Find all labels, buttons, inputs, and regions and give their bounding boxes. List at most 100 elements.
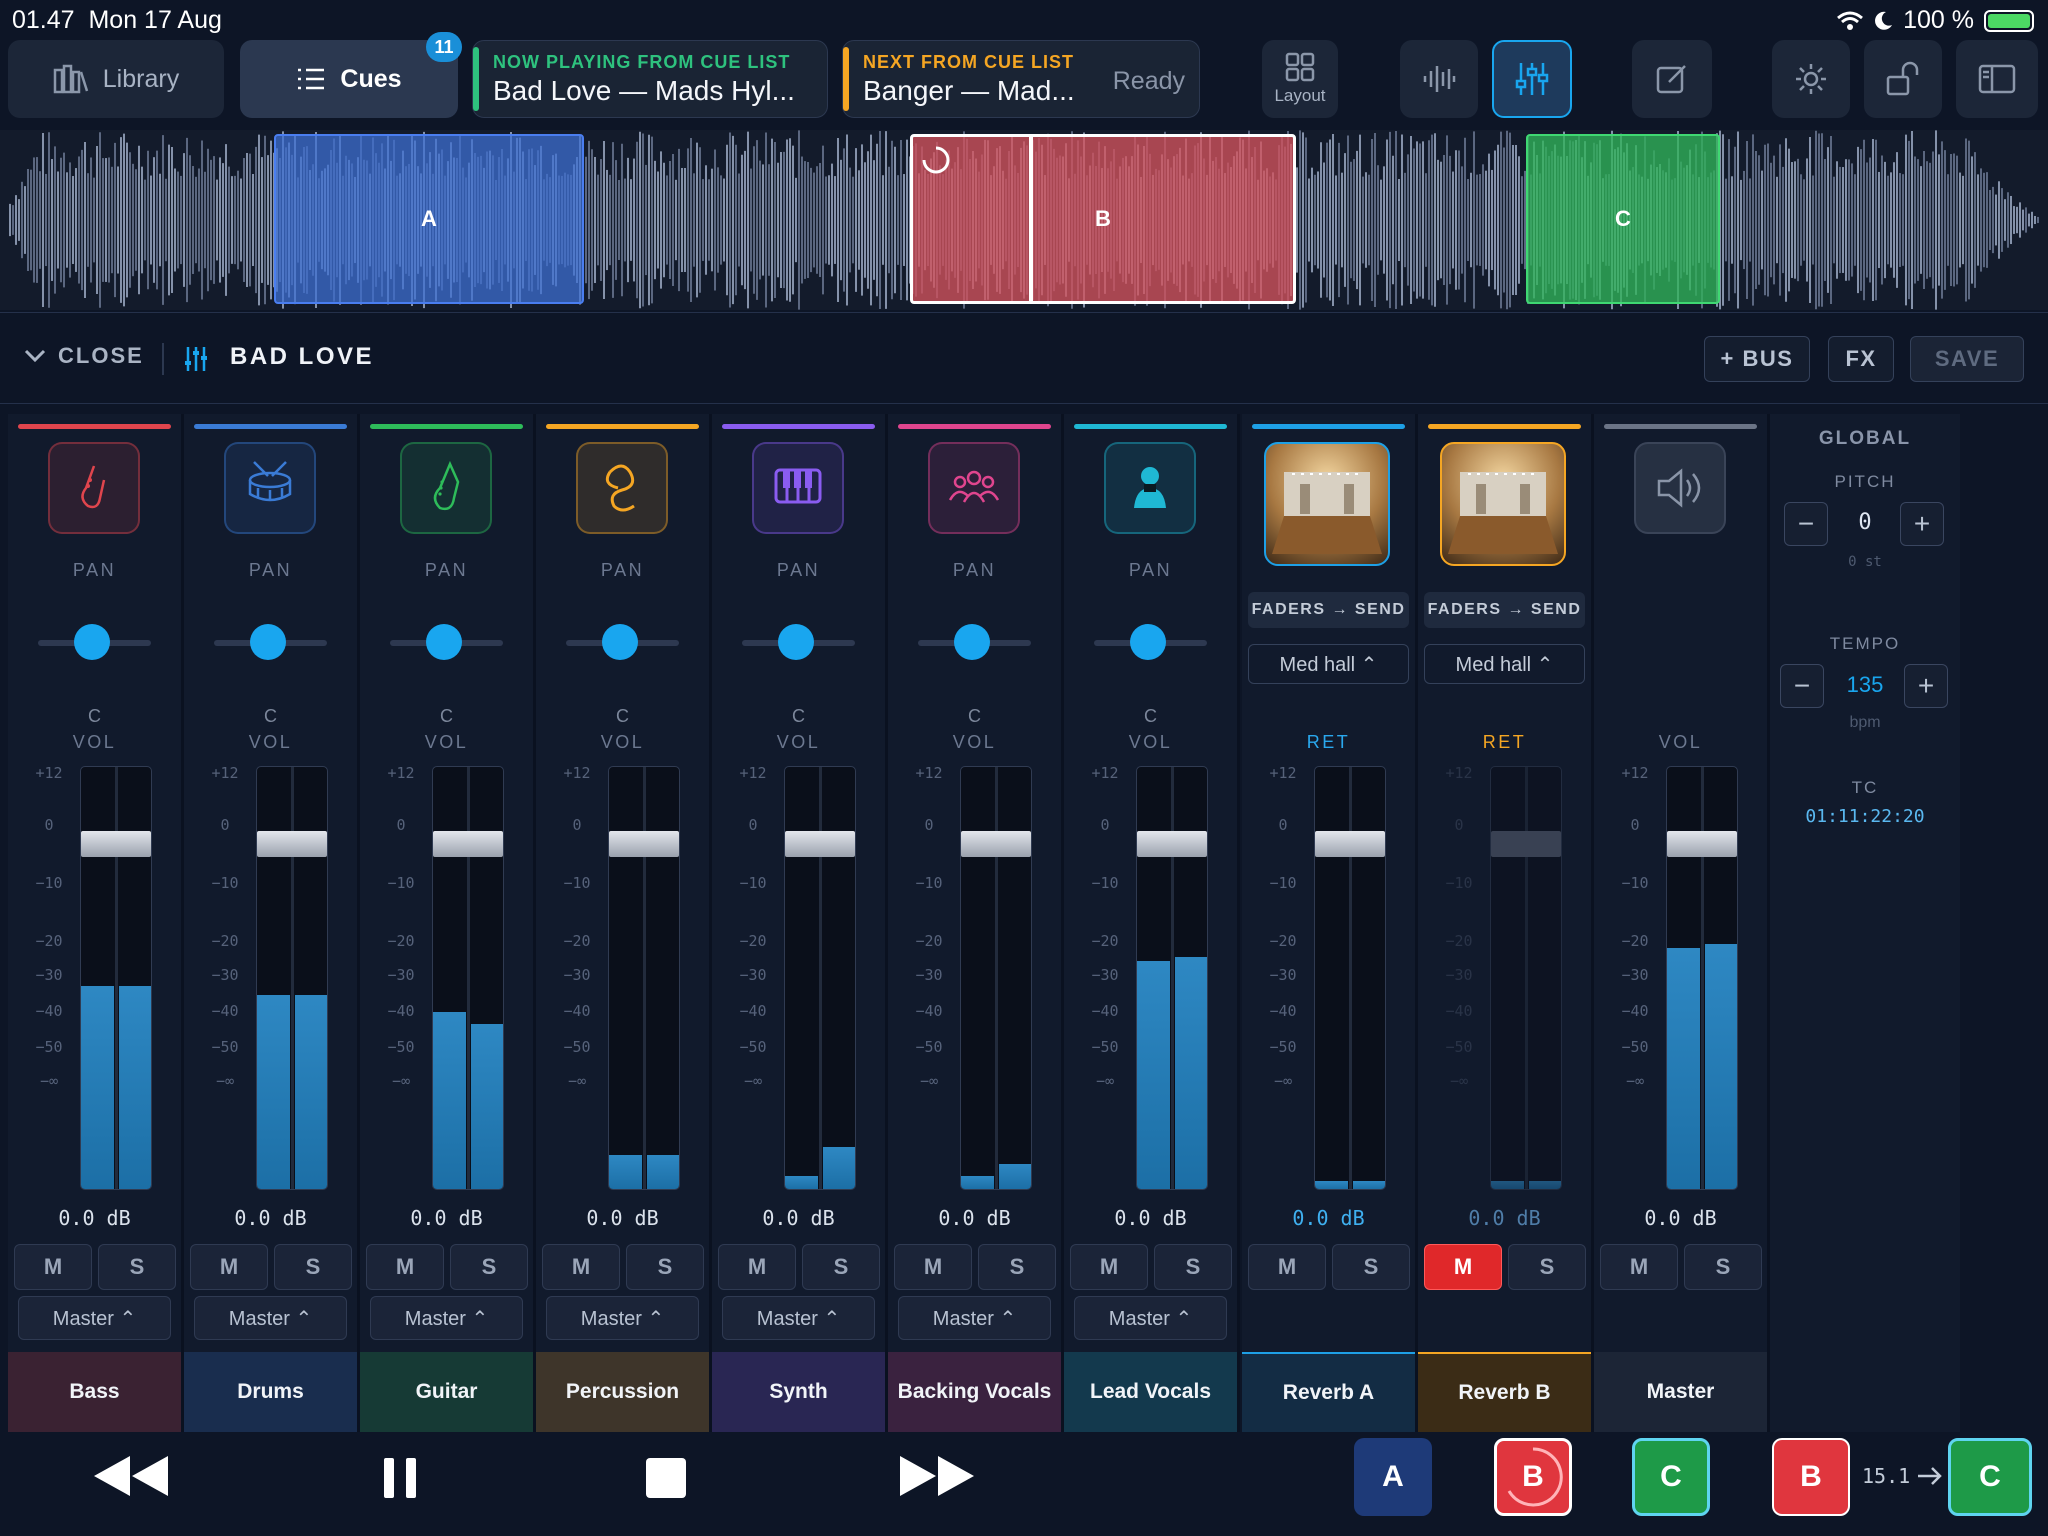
mute-button[interactable]: M (190, 1244, 268, 1290)
layout-button[interactable]: Layout (1262, 40, 1338, 118)
fader-cap[interactable] (433, 831, 503, 857)
mute-button[interactable]: M (1424, 1244, 1502, 1290)
volume-fader[interactable] (784, 766, 856, 1190)
solo-button[interactable]: S (1508, 1244, 1586, 1290)
output-route-select[interactable]: Master ⌃ (1074, 1296, 1227, 1340)
pan-knob[interactable] (602, 624, 638, 660)
pause-icon[interactable] (380, 1456, 420, 1500)
add-bus-button[interactable]: + BUS (1704, 336, 1810, 382)
channel-name[interactable]: Synth (712, 1352, 885, 1432)
stop-icon[interactable] (644, 1456, 688, 1500)
now-playing-panel[interactable]: NOW PLAYING FROM CUE LIST Bad Love — Mad… (472, 40, 828, 118)
library-button[interactable]: Library (8, 40, 224, 118)
pan-knob[interactable] (426, 624, 462, 660)
pan-knob[interactable] (778, 624, 814, 660)
channel-name[interactable]: Master (1594, 1352, 1767, 1432)
reverb-preset-select[interactable]: Med hall ⌃ (1424, 644, 1585, 684)
channel-name[interactable]: Bass (8, 1352, 181, 1432)
mixer-view-button[interactable] (1492, 40, 1572, 118)
channel-name[interactable]: Reverb A (1242, 1352, 1415, 1432)
solo-button[interactable]: S (98, 1244, 176, 1290)
volume-fader[interactable] (1314, 766, 1386, 1190)
pad-b-playing[interactable]: B (1494, 1438, 1572, 1516)
bass-guitar-icon[interactable] (48, 442, 140, 534)
next-cue-panel[interactable]: NEXT FROM CUE LIST Banger — Mad... Ready (842, 40, 1200, 118)
sidebar-toggle-button[interactable] (1956, 40, 2038, 118)
solo-button[interactable]: S (1684, 1244, 1762, 1290)
mute-button[interactable]: M (14, 1244, 92, 1290)
volume-fader[interactable] (1136, 766, 1208, 1190)
tempo-decrease-button[interactable]: − (1780, 664, 1824, 708)
pad-c[interactable]: C (1632, 1438, 1710, 1516)
pan-knob[interactable] (74, 624, 110, 660)
rewind-icon[interactable] (92, 1454, 170, 1498)
tempo-increase-button[interactable]: + (1904, 664, 1948, 708)
solo-button[interactable]: S (978, 1244, 1056, 1290)
channel-name[interactable]: Percussion (536, 1352, 709, 1432)
fader-cap[interactable] (81, 831, 151, 857)
region-b[interactable]: B (910, 134, 1296, 304)
hall-thumbnail[interactable] (1264, 442, 1390, 566)
drum-icon[interactable] (224, 442, 316, 534)
settings-button[interactable] (1772, 40, 1850, 118)
close-mixer-button[interactable]: CLOSE (24, 343, 144, 369)
mute-button[interactable]: M (718, 1244, 796, 1290)
channel-name[interactable]: Drums (184, 1352, 357, 1432)
fader-cap[interactable] (257, 831, 327, 857)
waveform-overview[interactable]: A B C (0, 130, 2048, 310)
waveform-view-button[interactable] (1400, 40, 1478, 118)
solo-button[interactable]: S (802, 1244, 880, 1290)
mute-button[interactable]: M (1248, 1244, 1326, 1290)
volume-fader[interactable] (1490, 766, 1562, 1190)
save-button[interactable]: SAVE (1910, 336, 2024, 382)
volume-fader[interactable] (960, 766, 1032, 1190)
volume-fader[interactable] (432, 766, 504, 1190)
output-route-select[interactable]: Master ⌃ (546, 1296, 699, 1340)
volume-fader[interactable] (608, 766, 680, 1190)
channel-name[interactable]: Backing Vocals (888, 1352, 1061, 1432)
channel-name[interactable]: Reverb B (1418, 1352, 1591, 1432)
fader-cap[interactable] (961, 831, 1031, 857)
pan-knob[interactable] (954, 624, 990, 660)
solo-button[interactable]: S (450, 1244, 528, 1290)
mute-button[interactable]: M (366, 1244, 444, 1290)
fader-cap[interactable] (1667, 831, 1737, 857)
region-c[interactable]: C (1526, 134, 1720, 304)
fader-cap[interactable] (1491, 831, 1561, 857)
solo-button[interactable]: S (1332, 1244, 1410, 1290)
hall-thumbnail[interactable] (1440, 442, 1566, 566)
volume-fader[interactable] (80, 766, 152, 1190)
edit-button[interactable] (1632, 40, 1712, 118)
pad-a[interactable]: A (1354, 1438, 1432, 1516)
pitch-increase-button[interactable]: + (1900, 502, 1944, 546)
queue-current-pad[interactable]: B (1772, 1438, 1850, 1516)
mute-button[interactable]: M (1070, 1244, 1148, 1290)
playhead[interactable] (1029, 137, 1033, 301)
solo-button[interactable]: S (1154, 1244, 1232, 1290)
pan-knob[interactable] (1130, 624, 1166, 660)
percussion-icon[interactable] (576, 442, 668, 534)
faders-send-button[interactable]: FADERS → SEND (1424, 592, 1585, 628)
output-route-select[interactable]: Master ⌃ (370, 1296, 523, 1340)
fader-cap[interactable] (785, 831, 855, 857)
solo-button[interactable]: S (626, 1244, 704, 1290)
pan-knob[interactable] (250, 624, 286, 660)
mute-button[interactable]: M (542, 1244, 620, 1290)
channel-name[interactable]: Lead Vocals (1064, 1352, 1237, 1432)
group-icon[interactable] (928, 442, 1020, 534)
volume-fader[interactable] (1666, 766, 1738, 1190)
guitar-icon[interactable] (400, 442, 492, 534)
output-route-select[interactable]: Master ⌃ (194, 1296, 347, 1340)
lock-button[interactable] (1864, 40, 1942, 118)
fx-button[interactable]: FX (1828, 336, 1894, 382)
fader-cap[interactable] (1315, 831, 1385, 857)
reverb-preset-select[interactable]: Med hall ⌃ (1248, 644, 1409, 684)
solo-button[interactable]: S (274, 1244, 352, 1290)
channel-name[interactable]: Guitar (360, 1352, 533, 1432)
queue-next-pad[interactable]: C (1948, 1438, 2032, 1516)
fast-forward-icon[interactable] (898, 1454, 976, 1498)
region-a[interactable]: A (274, 134, 584, 304)
output-route-select[interactable]: Master ⌃ (18, 1296, 171, 1340)
pitch-decrease-button[interactable]: − (1784, 502, 1828, 546)
fader-cap[interactable] (609, 831, 679, 857)
